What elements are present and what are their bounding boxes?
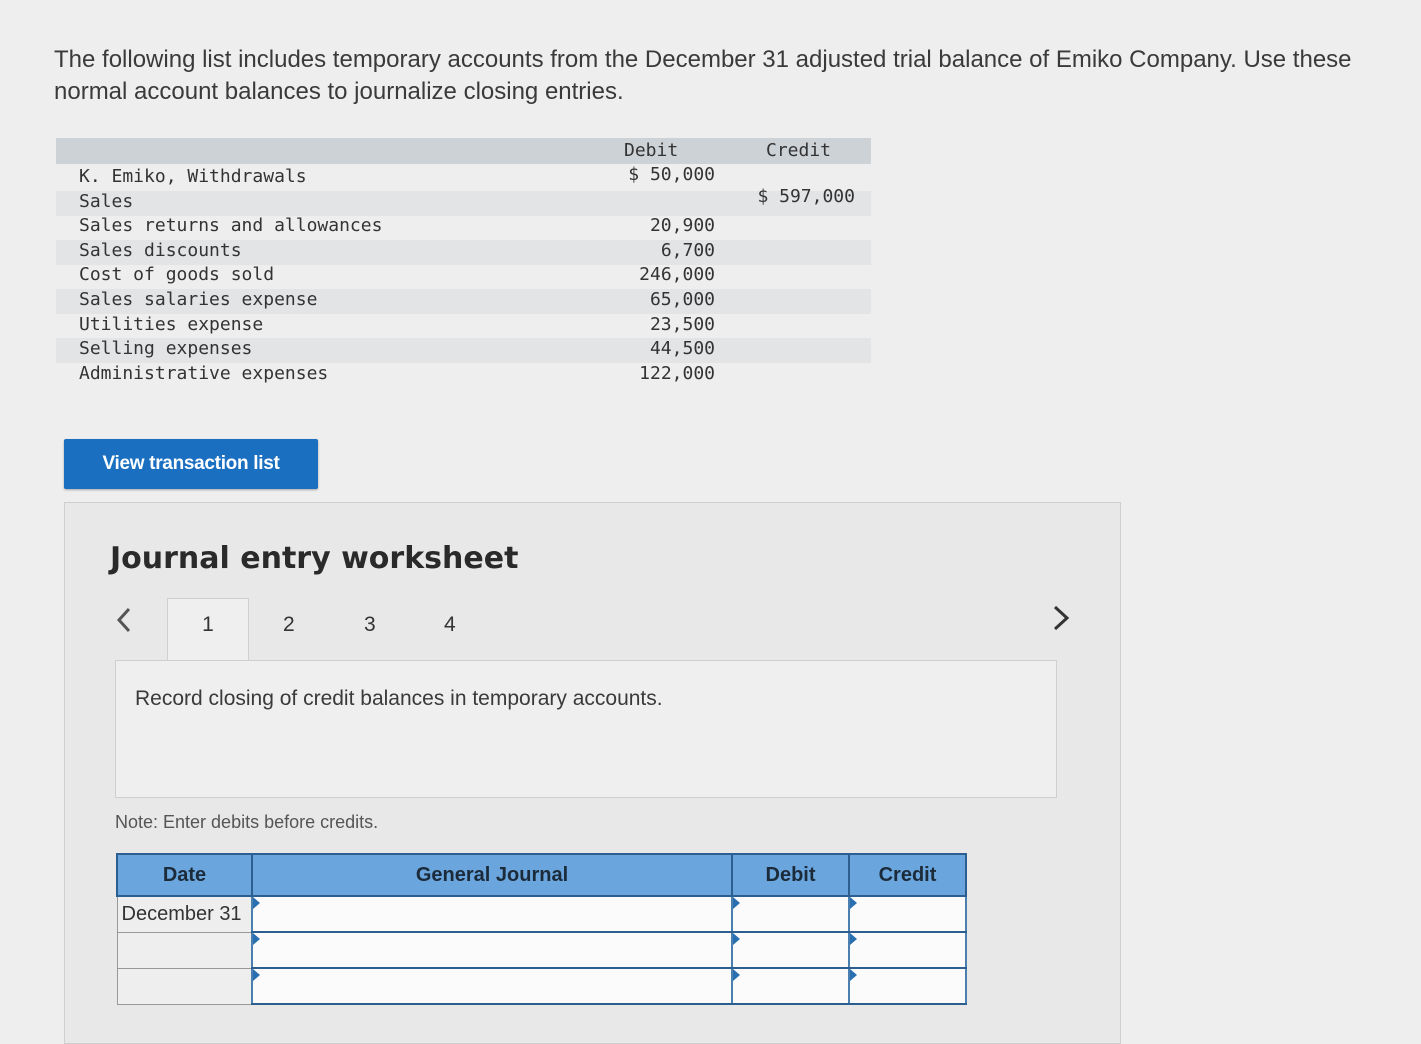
credit-value: $ 597,000 <box>757 186 855 207</box>
table-row: Sales returns and allowances 20,900 <box>56 215 871 240</box>
dropdown-marker-icon <box>253 933 260 945</box>
tab-4[interactable]: 4 <box>444 613 456 637</box>
instruction-panel: Record closing of credit balances in tem… <box>115 660 1057 798</box>
input-marker-icon <box>733 933 740 945</box>
table-row: Utilities expense 23,500 <box>56 314 871 339</box>
tab-3[interactable]: 3 <box>364 613 376 637</box>
debit-column-header: Debit <box>731 853 850 897</box>
worksheet-title: Journal entry worksheet <box>110 541 519 576</box>
account-name: Sales <box>79 191 134 212</box>
account-name: Administrative expenses <box>79 363 329 384</box>
chevron-left-icon[interactable] <box>115 606 133 641</box>
debit-input[interactable] <box>731 967 850 1005</box>
debit-value: 23,500 <box>649 314 715 335</box>
view-transaction-list-button[interactable]: View transaction list <box>64 439 318 489</box>
table-row: Sales $ 597,000 <box>56 186 871 216</box>
debit-value: 122,000 <box>639 363 715 384</box>
account-name: Selling expenses <box>79 338 253 359</box>
note-text: Note: Enter debits before credits. <box>115 812 379 832</box>
journal-row <box>116 967 967 1005</box>
journal-entry-worksheet: Journal entry worksheet 1 2 3 4 Record c… <box>64 502 1121 1044</box>
account-name: Sales discounts <box>79 240 242 261</box>
credit-input[interactable] <box>848 967 967 1005</box>
date-column-header: Date <box>116 853 253 897</box>
table-row: Sales salaries expense 65,000 <box>56 289 871 314</box>
table-row: Sales discounts 6,700 <box>56 240 871 265</box>
debit-value: 44,500 <box>649 338 715 359</box>
chevron-right-icon[interactable] <box>1051 603 1071 640</box>
debit-value: $ 50,000 <box>628 164 715 185</box>
debit-value: 6,700 <box>660 240 715 261</box>
table-row: K. Emiko, Withdrawals $ 50,000 <box>56 164 871 191</box>
journal-header-row: Date General Journal Debit Credit <box>116 853 967 897</box>
date-cell <box>116 931 253 969</box>
input-marker-icon <box>733 897 740 909</box>
instruction-text: Record closing of credit balances in tem… <box>135 687 663 710</box>
credit-input[interactable] <box>848 895 967 933</box>
account-input[interactable] <box>251 895 733 933</box>
credit-column-header: Credit <box>848 853 967 897</box>
account-name: K. Emiko, Withdrawals <box>79 166 307 187</box>
input-marker-icon <box>850 969 857 981</box>
debit-input[interactable] <box>731 931 850 969</box>
debit-header: Debit <box>624 140 679 161</box>
trial-balance-header: Debit Credit <box>56 138 871 164</box>
account-name: Cost of goods sold <box>79 264 275 285</box>
tab-1[interactable]: 1 <box>167 598 249 665</box>
table-row: Selling expenses 44,500 <box>56 338 871 363</box>
debit-input[interactable] <box>731 895 850 933</box>
debit-value: 65,000 <box>649 289 715 310</box>
debit-value: 20,900 <box>649 215 715 236</box>
dropdown-marker-icon <box>253 969 260 981</box>
journal-row <box>116 931 967 969</box>
instructions-line-1: The following list includes temporary ac… <box>54 46 1352 73</box>
journal-table: Date General Journal Debit Credit Decemb… <box>116 853 967 1005</box>
general-journal-column-header: General Journal <box>251 853 733 897</box>
input-marker-icon <box>850 897 857 909</box>
instructions: The following list includes temporary ac… <box>54 44 1421 108</box>
table-row: Administrative expenses 122,000 <box>56 363 871 388</box>
account-input[interactable] <box>251 931 733 969</box>
journal-row: December 31 <box>116 895 967 933</box>
credit-input[interactable] <box>848 931 967 969</box>
account-input[interactable] <box>251 967 733 1005</box>
account-name: Utilities expense <box>79 314 264 335</box>
dropdown-marker-icon <box>253 897 260 909</box>
table-row: Cost of goods sold 246,000 <box>56 264 871 289</box>
account-name: Sales returns and allowances <box>79 215 383 236</box>
input-marker-icon <box>850 933 857 945</box>
instructions-line-2: normal account balances to journalize cl… <box>54 78 624 105</box>
debit-value: 246,000 <box>639 264 715 285</box>
date-cell <box>116 967 253 1005</box>
credit-header: Credit <box>766 140 832 161</box>
input-marker-icon <box>733 969 740 981</box>
account-name: Sales salaries expense <box>79 289 318 310</box>
tab-2[interactable]: 2 <box>283 613 295 637</box>
date-cell: December 31 <box>116 895 253 933</box>
